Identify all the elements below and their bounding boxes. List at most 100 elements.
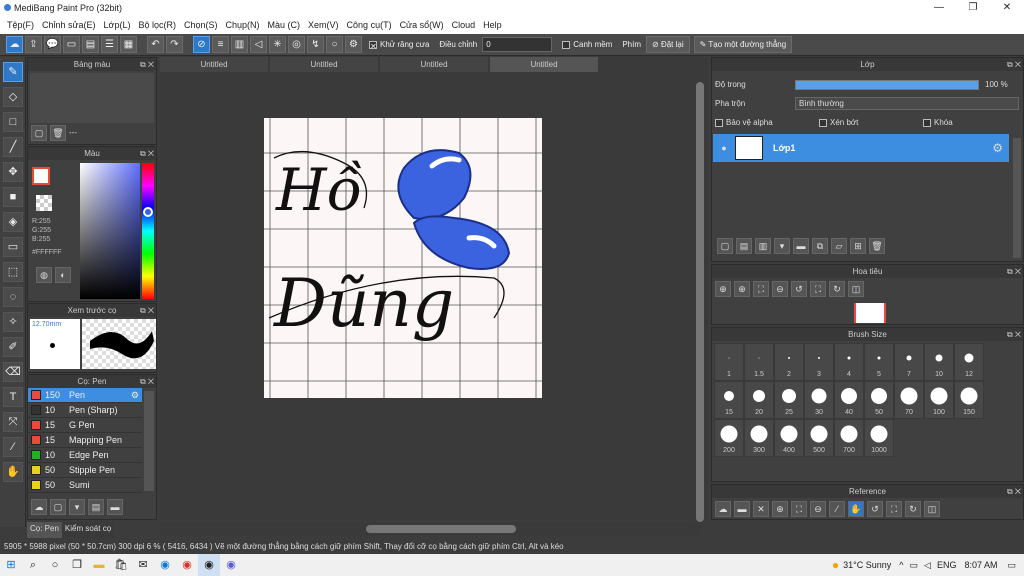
- adjust-input[interactable]: 0: [482, 37, 553, 52]
- snap-vanish-icon[interactable]: ◁: [250, 36, 267, 53]
- size-cell[interactable]: 100: [924, 381, 954, 419]
- menu-capture[interactable]: Chụp(N): [226, 20, 260, 30]
- gradient-tool-icon[interactable]: ▭: [3, 237, 23, 257]
- opacity-slider[interactable]: [795, 79, 979, 90]
- clip-toggle[interactable]: Xén bớt: [819, 118, 923, 127]
- tab-brush[interactable]: Cọ: Pen: [27, 522, 62, 538]
- brush-item[interactable]: 15 Mapping Pen: [28, 433, 142, 448]
- flip-icon[interactable]: ⛶: [810, 280, 826, 297]
- color-panel-close-icon[interactable]: ⧉ ✕: [140, 147, 154, 160]
- ref-mirror-icon[interactable]: ◫: [924, 500, 940, 517]
- size-cell[interactable]: 15: [714, 381, 744, 419]
- hue-handle[interactable]: [143, 207, 153, 217]
- duplicate-layer-icon[interactable]: ⧉: [812, 237, 828, 254]
- weather-text[interactable]: 31°C Sunny: [843, 560, 891, 570]
- size-cell[interactable]: 500: [804, 419, 834, 457]
- lock-checkbox[interactable]: [923, 118, 931, 127]
- size-cell[interactable]: 200: [714, 419, 744, 457]
- tab-untitled-active[interactable]: Untitled: [490, 57, 598, 72]
- dot-tool-icon[interactable]: □: [3, 112, 23, 132]
- reset-button[interactable]: ⊘ Đặt lại: [646, 36, 690, 53]
- ref-open-icon[interactable]: ▬: [734, 500, 750, 517]
- brush-item[interactable]: 10 Pen (Sharp): [28, 403, 142, 418]
- size-cell[interactable]: 3: [804, 343, 834, 381]
- zoom-in-icon[interactable]: ⊕: [715, 280, 731, 297]
- rotate-right-icon[interactable]: ↻: [829, 280, 845, 297]
- size-cell[interactable]: 12: [954, 343, 984, 381]
- drawing-canvas[interactable]: Hồ Dũng: [264, 118, 542, 398]
- eye-icon[interactable]: ●: [713, 143, 735, 153]
- new-8bit-layer-icon[interactable]: ▥: [755, 237, 771, 254]
- folder-icon[interactable]: ▬: [107, 498, 123, 515]
- layer-settings-icon[interactable]: ⚙: [992, 141, 1003, 155]
- size-cell[interactable]: 10: [924, 343, 954, 381]
- brush-panel-close-icon[interactable]: ⧉ ✕: [140, 375, 154, 388]
- hand-tool-icon[interactable]: ✋: [3, 462, 23, 482]
- menu-filter[interactable]: Bộ lọc(R): [138, 20, 176, 30]
- canvas-vertical-scrollbar[interactable]: [694, 72, 706, 522]
- brush-item[interactable]: 150 Pen ⚙: [28, 388, 142, 403]
- fill-tool-icon[interactable]: ◈: [3, 212, 23, 232]
- edge-icon[interactable]: ◉: [154, 554, 176, 576]
- brush-scrollbar[interactable]: [144, 391, 154, 491]
- size-cell[interactable]: 700: [834, 419, 864, 457]
- zoom-out-plus-icon[interactable]: ⊕: [734, 280, 750, 297]
- lasso-tool-icon[interactable]: ◌: [3, 287, 23, 307]
- brush-menu-icon[interactable]: ▾: [69, 498, 85, 515]
- cloud-brush-icon[interactable]: ☁: [31, 498, 47, 515]
- layer-close-icon[interactable]: ⧉ ✕: [1007, 58, 1021, 71]
- size-cell[interactable]: 5: [864, 343, 894, 381]
- medibang-icon[interactable]: ◉: [198, 554, 220, 576]
- network-icon[interactable]: ▭: [910, 560, 919, 571]
- comment-icon[interactable]: 💬: [44, 36, 61, 53]
- tab-untitled[interactable]: Untitled: [380, 57, 488, 72]
- messenger-icon[interactable]: ◉: [220, 554, 242, 576]
- brush-tool-icon[interactable]: ✎: [3, 62, 23, 82]
- menu-file[interactable]: Tệp(F): [7, 20, 34, 30]
- panel-close-icon[interactable]: ⧉ ✕: [140, 58, 154, 71]
- snap-radial-icon[interactable]: ✳: [269, 36, 286, 53]
- color-mix-icon[interactable]: ◐: [55, 267, 71, 283]
- task-view-icon[interactable]: ❐: [66, 554, 88, 576]
- layer-props-icon[interactable]: ⊞: [850, 237, 866, 254]
- menu-help[interactable]: Help: [483, 20, 502, 30]
- ref-zoom-in-icon[interactable]: ⊕: [772, 500, 788, 517]
- zoom-out-icon[interactable]: ⊖: [772, 280, 788, 297]
- antialias-checkbox[interactable]: ✕: [369, 40, 377, 51]
- size-cell[interactable]: 300: [744, 419, 774, 457]
- ref-rotate-right-icon[interactable]: ↻: [905, 500, 921, 517]
- eraser-tool-icon[interactable]: ◇: [3, 87, 23, 107]
- saturation-picker[interactable]: [80, 163, 140, 299]
- grid-icon[interactable]: ▦: [120, 36, 137, 53]
- layer-folder-icon[interactable]: ▬: [793, 237, 809, 254]
- ref-cloud-icon[interactable]: ☁: [715, 500, 731, 517]
- fit-icon[interactable]: ⛶: [753, 280, 769, 297]
- mirror-icon[interactable]: ◫: [848, 280, 864, 297]
- shape-tool-icon[interactable]: ■: [3, 187, 23, 207]
- ref-close-icon[interactable]: ✕: [753, 500, 769, 517]
- operation-tool-icon[interactable]: ⤧: [3, 412, 23, 432]
- brush-item[interactable]: 50 Sumi: [28, 478, 142, 493]
- menu-window[interactable]: Cửa sổ(W): [400, 20, 444, 30]
- tab-untitled[interactable]: Untitled: [270, 57, 378, 72]
- menu-select[interactable]: Chọn(S): [184, 20, 218, 30]
- chrome-icon[interactable]: ◉: [176, 554, 198, 576]
- redo-icon[interactable]: ↷: [166, 36, 183, 53]
- store-icon[interactable]: 🛍: [110, 554, 132, 576]
- brush-item[interactable]: 50 Stipple Pen: [28, 463, 142, 478]
- canh-toggle[interactable]: Canh mềm: [562, 40, 612, 49]
- menu-view[interactable]: Xem(V): [308, 20, 339, 30]
- move-tool-icon[interactable]: ✥: [3, 162, 23, 182]
- snap-ellipse-icon[interactable]: ○: [326, 36, 343, 53]
- export-icon[interactable]: ⇪: [25, 36, 42, 53]
- ref-fit-icon[interactable]: ⛶: [791, 500, 807, 517]
- protect-alpha-toggle[interactable]: Bảo vệ alpha: [715, 118, 819, 127]
- canh-checkbox[interactable]: [562, 40, 571, 49]
- canvas-area[interactable]: Hồ Dũng: [160, 72, 708, 520]
- protect-alpha-checkbox[interactable]: [715, 118, 723, 127]
- clock[interactable]: 8:07 AM: [964, 560, 997, 570]
- navigator-close-icon[interactable]: ⧉ ✕: [1007, 265, 1021, 278]
- cloud-icon[interactable]: ☁: [6, 36, 23, 53]
- primary-color-swatch[interactable]: [32, 167, 50, 185]
- size-cell[interactable]: 1000: [864, 419, 894, 457]
